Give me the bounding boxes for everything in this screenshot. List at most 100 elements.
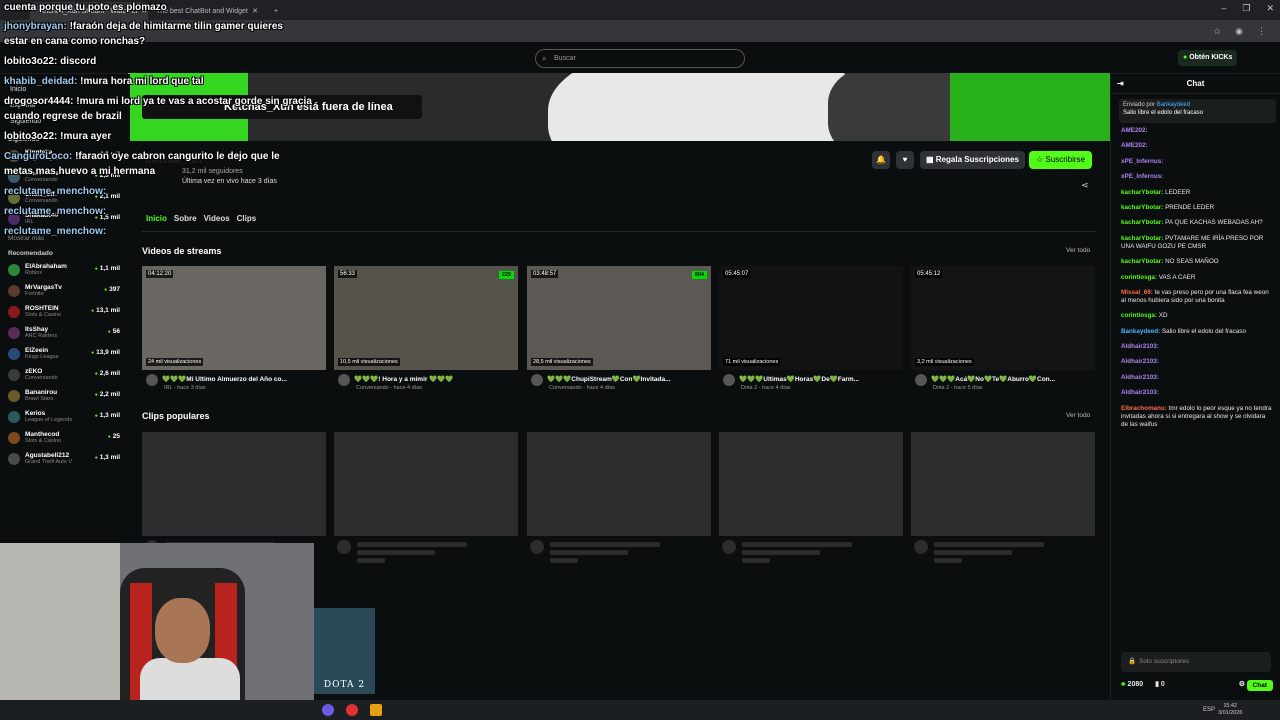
sidebar-channel-item[interactable]: MrVargasTvFortnite 397 [0, 280, 130, 301]
video-title[interactable]: 💚💚💚Acá💚No💚Te💚Aburro💚Con... [931, 375, 1091, 383]
chat-username[interactable]: kacharYbotar: [1121, 189, 1163, 196]
collapse-chat-icon[interactable]: ⇥ [1117, 74, 1124, 94]
chat-username[interactable]: AME202: [1121, 142, 1148, 149]
channel-name: ROSHTEIN [25, 304, 59, 312]
bookmark-icon[interactable]: ☆ [1213, 26, 1221, 37]
chat-text: Salio libre el edolo del fracaso [1160, 327, 1246, 335]
share-icon[interactable]: ⋖ [1081, 180, 1089, 191]
line-skeleton [357, 550, 435, 555]
chat-send-button[interactable]: Chat [1246, 680, 1273, 691]
overlay-text: cuando regrese de brazil [4, 111, 122, 122]
video-title[interactable]: 💚💚💚Mi Ultimo Almuerzo del Año co... [162, 375, 322, 383]
line-skeleton [550, 550, 628, 555]
chat-username[interactable]: kacharYbotar: [1121, 258, 1163, 265]
close-window-button[interactable]: ✕ [1266, 3, 1274, 14]
chat-username[interactable]: Aldhair2103: [1121, 374, 1159, 381]
kick-badge: 229 [498, 271, 514, 279]
bell-icon: 🔔 [876, 155, 886, 164]
chat-username[interactable]: xPE_Infernus: [1121, 173, 1163, 180]
chat-username[interactable]: Missal_69: [1121, 289, 1153, 296]
video-thumbnail[interactable]: 03:48:57 804 28,5 mil visualizaciones [527, 266, 711, 370]
new-tab-button[interactable]: + [266, 2, 286, 20]
tab-clips[interactable]: Clips [237, 214, 257, 223]
sidebar-channel-item[interactable]: ItsShayARC Raiders 56 [0, 322, 130, 343]
minimize-button[interactable]: – [1221, 3, 1226, 14]
overlay-text: !faraon oye cabron cangurito le dejo que… [72, 151, 280, 162]
overlay-chat-line: reclutame_menchow: [4, 206, 106, 218]
video-thumbnail[interactable]: 04:12:20 24 mil visualizaciones [142, 266, 326, 370]
subscribe-button[interactable]: ☆ Suscribirse [1029, 151, 1092, 169]
tab-videos[interactable]: Videos [204, 214, 230, 223]
chat-username[interactable]: kacharYbotar: [1121, 204, 1163, 211]
chat-username[interactable]: Aldhair2103: [1121, 343, 1159, 350]
extension-icon[interactable]: ◉ [1235, 26, 1243, 37]
obs-icon[interactable] [346, 704, 358, 716]
avatar [8, 263, 20, 276]
chat-message: kacharYbotar: PRENDE LEDER [1121, 204, 1272, 212]
overlay-text: cuenta porque tu poto es plomazo [4, 2, 167, 13]
videos-section-title: Videos de streams [142, 246, 222, 256]
video-title[interactable]: 💚💚💚Ultimas💚Horas💚De💚Farm... [739, 375, 899, 383]
channel-text: MrVargasTv Fortnite [25, 284, 62, 298]
sidebar-channel-item[interactable]: zEKOConversando 2,6 mil [0, 364, 130, 385]
video-subtitle: Conversando - hace 4 días [549, 385, 616, 391]
chat-username[interactable]: Aldhair2103: [1121, 358, 1159, 365]
video-thumbnail[interactable]: 05:45:07 71 mil visualizaciones [719, 266, 903, 370]
gift-subs-button[interactable]: ▦ Regala Suscripciones [920, 151, 1025, 169]
video-thumbnail[interactable]: 05:45:12 3,2 mil visualizaciones [911, 266, 1095, 370]
notification-bell-button[interactable]: 🔔 [872, 151, 890, 169]
tab-inicio[interactable]: Inicio [146, 214, 167, 223]
chat-username[interactable]: AME202: [1121, 127, 1148, 134]
tab-sobre[interactable]: Sobre [174, 214, 197, 223]
clip-skeleton [334, 432, 518, 536]
chat-username[interactable]: kacharYbotar: [1121, 235, 1163, 242]
get-kicks-button[interactable]: ● Obtén KICKs [1178, 50, 1238, 66]
webcam-feed [0, 543, 314, 700]
chat-username[interactable]: corintiosga: [1121, 274, 1157, 281]
discord-icon[interactable] [322, 704, 334, 716]
settings-icon[interactable]: ⚙ [1239, 680, 1245, 688]
video-title[interactable]: 💚💚💚ChupiStream💚Con💚Invitada... [547, 375, 707, 383]
lang-indicator[interactable]: ESP [1203, 707, 1215, 713]
video-duration: 05:45:12 [915, 270, 943, 278]
sidebar-channel-item[interactable]: BananirouBrawl Stars 2,2 mil [0, 385, 130, 406]
chat-username[interactable]: Bankaydeed: [1121, 328, 1160, 335]
channel-name: Bananirou [25, 388, 58, 396]
sidebar-channel-item[interactable]: ElZeeinKings League 13,9 mil [0, 343, 130, 364]
videos-see-all[interactable]: Ver todo [1066, 247, 1090, 254]
menu-icon[interactable]: ⋮ [1257, 26, 1266, 37]
last-live: Última vez en vivo hace 3 días [182, 178, 277, 185]
chat-input[interactable]: 🔒 Solo suscriptores [1121, 652, 1271, 672]
avatar [531, 374, 543, 386]
maximize-button[interactable]: ❐ [1242, 3, 1250, 14]
clock[interactable]: 15:42 3/01/2026 [1218, 703, 1242, 717]
chat-username[interactable]: corintiosga: [1121, 312, 1157, 319]
chat-username[interactable]: Elbrachomanu: [1121, 405, 1167, 412]
overlay-username: jhonybrayan: [4, 21, 67, 32]
sidebar-channel-item[interactable]: ElAbrahahamRoblox 1,1 mil [0, 259, 130, 280]
banner-art-dark [828, 73, 968, 141]
avatar [723, 374, 735, 386]
folder-icon[interactable] [370, 704, 382, 716]
clips-see-all[interactable]: Ver todo [1066, 412, 1090, 419]
sidebar-channel-item[interactable]: Agustabell212Grand Theft Auto V 1,3 mil [0, 448, 130, 469]
channel-name: zEKO [25, 367, 43, 375]
close-icon[interactable]: ✕ [252, 7, 258, 15]
sidebar-channel-item[interactable]: ManthecodSlots & Casino 25 [0, 427, 130, 448]
channel-tabs: Inicio Sobre Videos Clips [146, 214, 256, 223]
channel-name: ElAbrahaham [25, 262, 67, 270]
avatar [8, 347, 20, 360]
sidebar-channel-item[interactable]: ROSHTEINSlots & Casino 13,1 mil [0, 301, 130, 322]
sidebar-channel-item[interactable]: KeriosLeague of Legends 1,3 mil [0, 406, 130, 427]
chat-username[interactable]: kacharYbotar: [1121, 219, 1163, 226]
overlay-chat-line: CanguroLoco: !faraon oye cabron cangurit… [4, 151, 280, 163]
video-title[interactable]: 💚💚💚! Hora y a mimir 💚💚💚 [354, 375, 514, 383]
follow-heart-button[interactable]: ♥ [896, 151, 914, 169]
search-input[interactable]: ⌕ Buscar [535, 49, 745, 68]
tabs-divider [142, 231, 1096, 232]
chat-username[interactable]: xPE_Infernus: [1121, 158, 1163, 165]
video-thumbnail[interactable]: 56:33 229 10,5 mil visualizaciones [334, 266, 518, 370]
points-count: 0 [1160, 681, 1165, 688]
channel-category: Brawl Stars [25, 395, 54, 402]
chat-username[interactable]: Aldhair2103: [1121, 389, 1159, 396]
